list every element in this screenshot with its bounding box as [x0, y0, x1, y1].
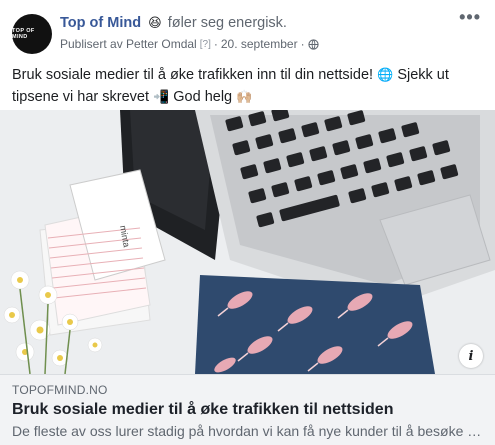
info-icon[interactable]: i [459, 344, 483, 368]
link-preview-image[interactable]: minta i [0, 110, 495, 374]
link-caption[interactable]: TOPOFMIND.NO Bruk sosiale medier til å ø… [0, 374, 495, 445]
published-by-text: Publisert av Petter Omdal [60, 37, 197, 51]
globe-icon[interactable] [307, 38, 319, 50]
page-name-link[interactable]: Top of Mind [60, 15, 141, 31]
message-text-1: Bruk sosiale medier til å øke trafikken … [12, 67, 374, 83]
phone-emoji-icon: 📲 [153, 89, 170, 104]
message-text-3: God helg [173, 89, 233, 105]
raised-hands-emoji-icon: 🙌🏼 [236, 89, 253, 104]
link-description: De fleste av oss lurer stadig på hvordan… [12, 423, 487, 439]
feeling-emoji-icon: 😆 [148, 15, 162, 30]
avatar-logo-text: TOP OF MIND [12, 28, 35, 40]
post-meta: Publisert av Petter Omdal [?] · 20. sept… [60, 37, 319, 51]
post-date-link[interactable]: 20. september [221, 37, 298, 51]
globe-emoji-icon: 🌐 [377, 67, 394, 82]
link-domain: TOPOFMIND.NO [12, 383, 108, 397]
published-by-help[interactable]: [?] [200, 39, 211, 50]
link-title[interactable]: Bruk sosiale medier til å øke trafikken … [12, 401, 393, 419]
facebook-post: TOP OF MIND Top of Mind 😆 føler seg ener… [0, 0, 495, 445]
post-header-line: Top of Mind 😆 føler seg energisk. [60, 15, 287, 31]
feeling-text: føler seg energisk. [167, 15, 287, 31]
more-options-icon[interactable]: ••• [459, 8, 481, 26]
post-message: Bruk sosiale medier til å øke trafikken … [12, 64, 482, 108]
meta-separator-2: · [300, 37, 305, 51]
meta-separator: · [213, 37, 218, 51]
desk-photo-illustration: minta [0, 110, 495, 374]
page-avatar[interactable]: TOP OF MIND [12, 14, 52, 54]
